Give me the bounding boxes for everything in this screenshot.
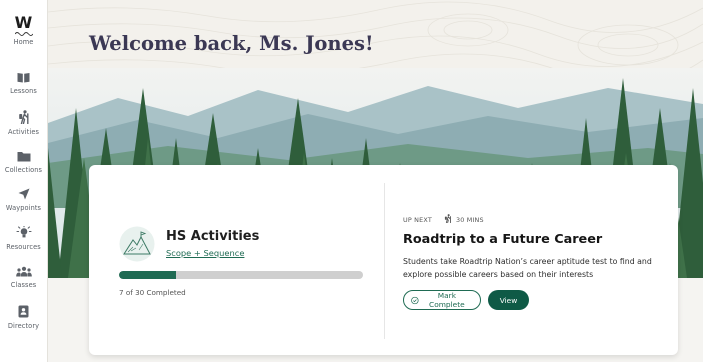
next-activity-title: Roadtrip to a Future Career [403, 232, 603, 247]
next-activity-description: Students take Roadtrip Nation’s career a… [403, 257, 652, 279]
up-next-label: UP NEXT [403, 216, 432, 224]
sidebar-item-collections[interactable]: Collections [0, 151, 47, 174]
mark-complete-label: Mark Complete [429, 291, 465, 309]
sidebar-item-label: Home [13, 38, 34, 46]
sidebar-item-label: Classes [10, 281, 37, 289]
lightbulb-icon [15, 226, 32, 238]
contact-book-icon [18, 305, 29, 318]
sidebar: W Home Lessons Activities Collections Wa… [0, 0, 48, 362]
duration-label: 30 MINS [456, 216, 484, 224]
mountain-badge-icon [119, 226, 155, 262]
activity-card: HS Activities Scope + Sequence 7 of 30 C… [89, 165, 678, 355]
sidebar-item-home[interactable]: W Home [0, 13, 47, 47]
sidebar-item-lessons[interactable]: Lessons [0, 72, 47, 95]
sidebar-item-waypoints[interactable]: Waypoints [0, 188, 47, 212]
navigation-arrow-icon [18, 188, 29, 200]
page-title: Welcome back, Ms. Jones! [89, 32, 374, 55]
card-divider [384, 183, 385, 339]
scope-sequence-link[interactable]: Scope + Sequence [166, 248, 244, 258]
hiker-icon [444, 214, 451, 223]
activity-title: HS Activities [166, 229, 260, 244]
sidebar-item-label: Waypoints [5, 204, 42, 212]
hiker-icon [18, 110, 28, 124]
sidebar-item-directory[interactable]: Directory [0, 305, 47, 330]
book-icon [17, 73, 30, 83]
home-logo-icon: W [14, 13, 33, 32]
check-circle-icon [411, 296, 419, 304]
view-button[interactable]: View [488, 290, 529, 310]
sidebar-item-label: Collections [4, 166, 43, 174]
progress-bar [119, 271, 363, 279]
sidebar-item-label: Directory [7, 322, 40, 330]
folder-icon [17, 152, 30, 162]
sidebar-item-label: Resources [6, 243, 41, 251]
progress-fill [119, 271, 176, 279]
sidebar-item-activities[interactable]: Activities [0, 110, 47, 136]
sidebar-item-label: Activities [7, 128, 40, 136]
sidebar-item-classes[interactable]: Classes [0, 266, 47, 289]
sidebar-item-resources[interactable]: Resources [0, 226, 47, 251]
completion-count: 7 of 30 Completed [119, 288, 186, 297]
sidebar-item-label: Lessons [10, 87, 37, 95]
people-icon [15, 266, 32, 277]
mark-complete-button[interactable]: Mark Complete [403, 290, 481, 310]
